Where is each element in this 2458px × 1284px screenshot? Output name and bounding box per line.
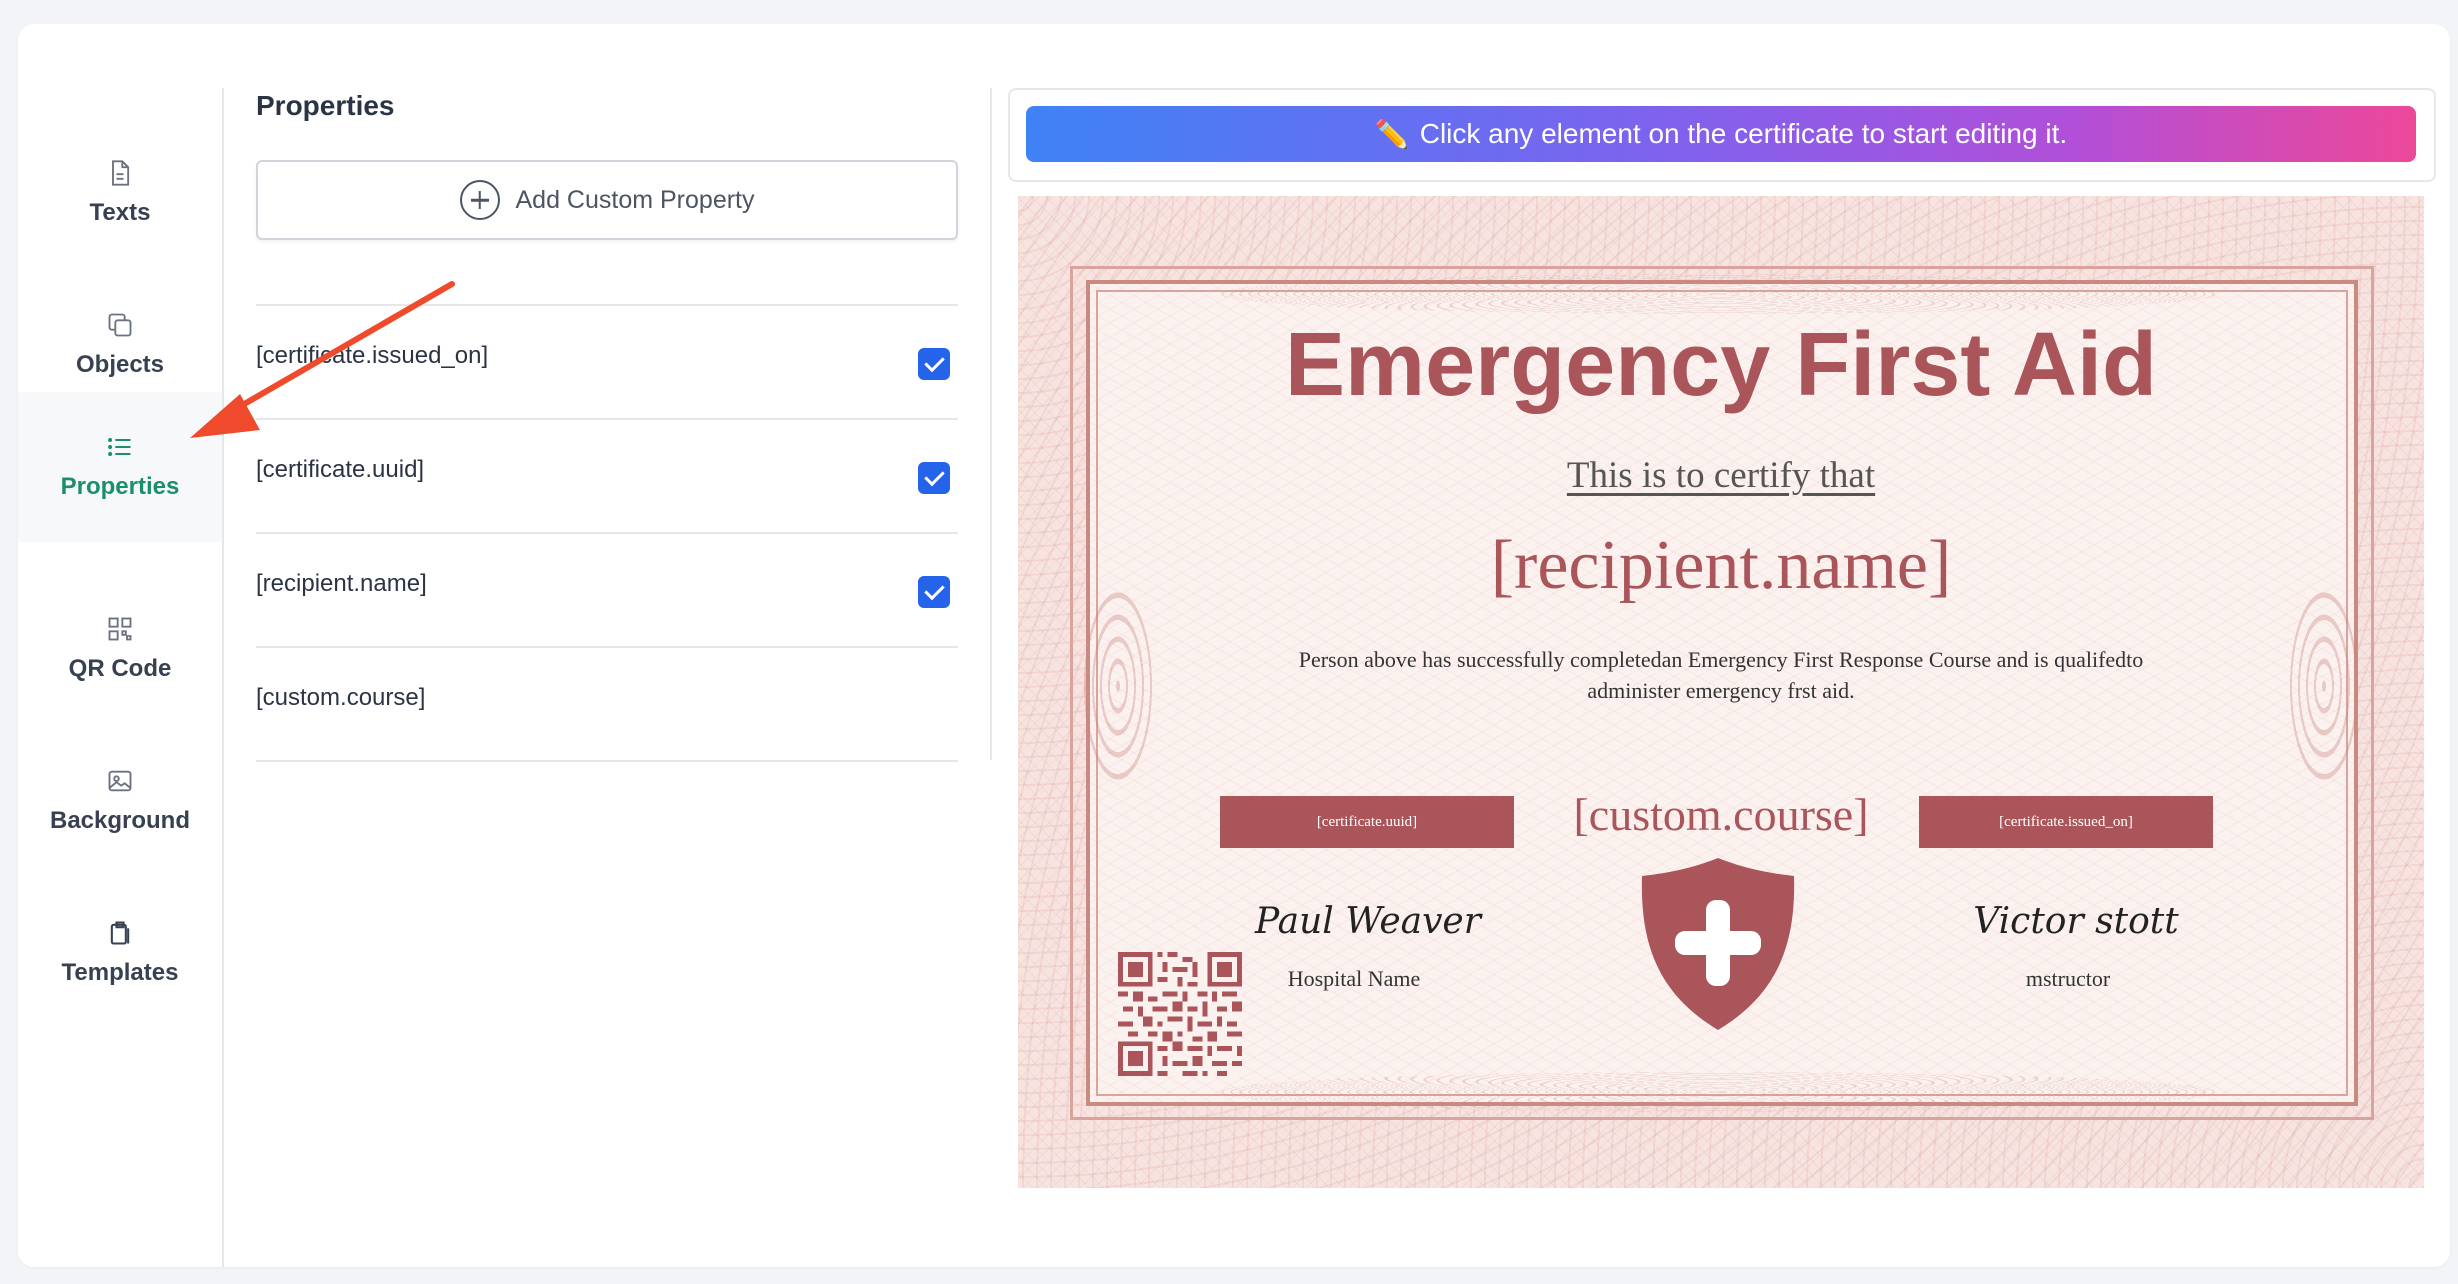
sidebar-item-background[interactable]: Background xyxy=(18,726,222,876)
signature-left[interactable]: Paul Weaver xyxy=(1218,901,1518,942)
property-name: [recipient.name] xyxy=(256,570,427,597)
property-name: [certificate.issued_on] xyxy=(256,342,489,369)
document-icon xyxy=(112,160,130,186)
signature-left-role[interactable]: Hospital Name xyxy=(1204,966,1504,992)
add-custom-property-label: Add Custom Property xyxy=(515,185,755,214)
panel-divider xyxy=(990,88,992,760)
certificate-description[interactable]: Person above has successfully completeda… xyxy=(1268,644,2174,706)
editing-hint-banner: ✏️ Click any element on the certificate … xyxy=(1026,106,2416,162)
guilloche-rosette xyxy=(2284,576,2364,796)
property-checkbox[interactable] xyxy=(918,576,950,608)
medical-shield-icon[interactable] xyxy=(1638,854,1798,1034)
sidebar-item-label: QR Code xyxy=(68,655,172,682)
guilloche-rosette xyxy=(1078,576,1158,796)
certificate-subtitle[interactable]: This is to certify that xyxy=(1018,454,2424,497)
certificate-uuid-tag[interactable]: [certificate.uuid] xyxy=(1220,796,1514,848)
property-row: [custom.course] xyxy=(256,646,958,760)
certificate-issued-tag[interactable]: [certificate.issued_on] xyxy=(1919,796,2213,848)
property-row: [certificate.uuid] xyxy=(256,418,958,532)
sidebar-item-label: Texts xyxy=(89,199,151,226)
sidebar-item-qr-code[interactable]: QR Code xyxy=(18,574,222,724)
property-row: [recipient.name] xyxy=(256,532,958,646)
guilloche-band xyxy=(1218,274,2218,314)
add-custom-property-button[interactable]: Add Custom Property xyxy=(256,160,958,240)
sidebar-item-properties[interactable]: Properties xyxy=(18,392,222,542)
certificate-course[interactable]: [custom.course] xyxy=(1518,788,1924,841)
property-name: [custom.course] xyxy=(256,684,426,711)
plus-circle-icon xyxy=(459,180,500,220)
sidebar-item-label: Templates xyxy=(61,959,179,986)
qr-code-icon xyxy=(108,617,132,641)
sidebar-item-label: Properties xyxy=(60,473,180,500)
image-icon xyxy=(108,770,132,792)
sidebar-item-label: Objects xyxy=(75,351,165,378)
certificate-title[interactable]: Emergency First Aid xyxy=(1018,314,2424,417)
list-icon xyxy=(108,438,131,456)
sidebar-item-templates[interactable]: Templates xyxy=(18,878,222,1028)
panel-title: Properties xyxy=(256,90,395,121)
clipboard-icon xyxy=(110,921,130,945)
pencil-icon: ✏️ xyxy=(1374,118,1410,150)
property-checkbox[interactable] xyxy=(918,348,950,380)
editing-hint-text: Click any element on the certificate to … xyxy=(1419,118,2068,149)
sidebar-item-label: Background xyxy=(49,807,190,834)
qr-code[interactable] xyxy=(1118,952,1242,1076)
guilloche-band xyxy=(1218,1072,2218,1112)
property-name: [certificate.uuid] xyxy=(256,456,425,483)
certificate-canvas[interactable]: Emergency First Aid This is to certify t… xyxy=(1018,196,2424,1188)
signature-right-role[interactable]: mstructor xyxy=(1918,966,2218,992)
sidebar: Texts Objects Properties QR Code Backgro… xyxy=(18,88,224,1267)
copy-icon xyxy=(108,313,132,337)
property-row: [certificate.issued_on] xyxy=(256,304,958,418)
sidebar-item-texts[interactable]: Texts xyxy=(18,118,222,268)
divider xyxy=(256,760,958,762)
property-checkbox[interactable] xyxy=(918,462,950,494)
signature-right[interactable]: Victor stott xyxy=(1926,901,2226,942)
certificate-recipient[interactable]: [recipient.name] xyxy=(1018,526,2424,606)
